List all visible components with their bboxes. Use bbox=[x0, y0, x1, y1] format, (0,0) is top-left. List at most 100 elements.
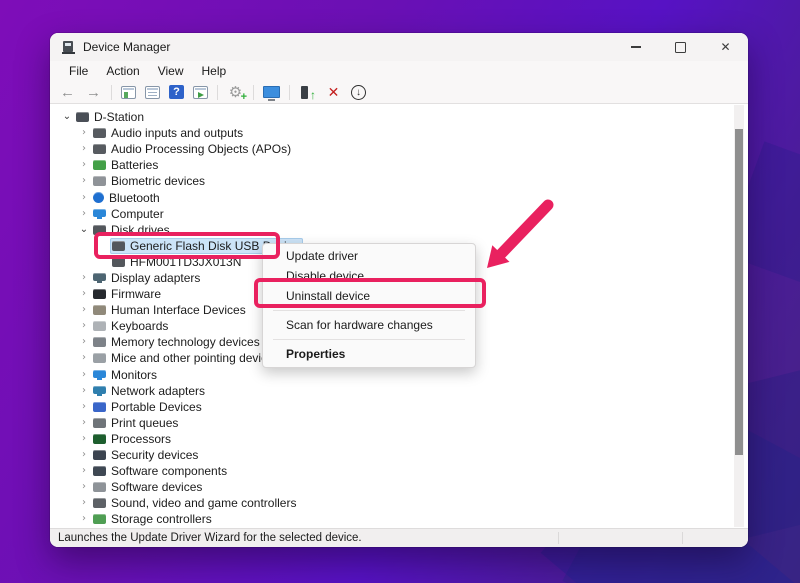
menu-bar: FileActionViewHelp bbox=[50, 61, 748, 81]
context-menu-item-update-driver[interactable]: Update driver bbox=[263, 246, 475, 266]
window-controls bbox=[613, 33, 748, 61]
title-bar[interactable]: Device Manager bbox=[50, 33, 748, 61]
tree-row[interactable]: ›Print queues bbox=[50, 415, 748, 431]
close-icon[interactable] bbox=[703, 33, 748, 61]
tree-row[interactable]: ›Bluetooth bbox=[50, 189, 748, 205]
tree-item[interactable]: Software components bbox=[91, 463, 231, 479]
chevron-right-icon[interactable]: › bbox=[77, 128, 91, 138]
tree-item-label: Network adapters bbox=[111, 384, 205, 398]
tree-row[interactable]: ›Portable Devices bbox=[50, 399, 748, 415]
monitor-icon bbox=[93, 370, 106, 378]
tree-item[interactable]: Processors bbox=[91, 431, 175, 447]
tree-row[interactable]: › Security devices bbox=[50, 447, 748, 463]
tree-item[interactable]: Network adapters bbox=[91, 383, 209, 399]
chevron-down-icon[interactable]: ⌄ bbox=[60, 112, 74, 122]
chevron-right-icon[interactable]: › bbox=[77, 273, 91, 283]
tree-row[interactable]: ›Monitors bbox=[50, 367, 748, 383]
tree-row[interactable]: ›Processors bbox=[50, 431, 748, 447]
tree-item[interactable]: Security devices bbox=[91, 447, 202, 463]
chevron-right-icon[interactable]: › bbox=[77, 402, 91, 412]
tree-item[interactable]: Sound, video and game controllers bbox=[91, 495, 300, 511]
context-menu-item-properties[interactable]: Properties bbox=[263, 344, 475, 364]
chevron-right-icon[interactable]: › bbox=[77, 321, 91, 331]
tree-item[interactable]: Firmware bbox=[91, 286, 165, 302]
chevron-right-icon[interactable]: › bbox=[77, 144, 91, 154]
tree-item[interactable]: Memory technology devices bbox=[91, 334, 264, 350]
menu-file[interactable]: File bbox=[60, 62, 97, 80]
tree-item[interactable]: Human Interface Devices bbox=[91, 302, 250, 318]
chevron-right-icon[interactable]: › bbox=[77, 305, 91, 315]
tree-item[interactable]: Storage controllers bbox=[91, 511, 216, 527]
toolbar-separator bbox=[111, 85, 112, 100]
tree-row[interactable]: ›Audio inputs and outputs bbox=[50, 125, 748, 141]
tree-row[interactable]: ›Batteries bbox=[50, 157, 748, 173]
chevron-right-icon[interactable]: › bbox=[77, 498, 91, 508]
tree-row[interactable]: › Software components bbox=[50, 463, 748, 479]
tree-item[interactable]: Display adapters bbox=[91, 270, 204, 286]
tree-row[interactable]: ⌄D-Station bbox=[50, 109, 748, 125]
scrollbar-thumb[interactable] bbox=[735, 129, 743, 455]
chevron-right-icon[interactable]: › bbox=[77, 466, 91, 476]
toolbar bbox=[50, 81, 748, 104]
chevron-right-icon[interactable]: › bbox=[77, 160, 91, 170]
tree-item[interactable]: Software devices bbox=[91, 479, 206, 495]
action-pane-icon[interactable] bbox=[193, 86, 208, 99]
tree-item[interactable]: Bluetooth bbox=[91, 190, 164, 206]
tree-item[interactable]: Portable Devices bbox=[91, 399, 206, 415]
chevron-down-icon[interactable]: ⌄ bbox=[77, 225, 91, 235]
tree-item[interactable]: Monitors bbox=[91, 367, 161, 383]
menu-view[interactable]: View bbox=[149, 62, 193, 80]
chevron-right-icon[interactable]: › bbox=[77, 337, 91, 347]
update-driver-icon[interactable] bbox=[299, 84, 316, 101]
tree-item[interactable]: Biometric devices bbox=[91, 173, 209, 189]
back-icon[interactable] bbox=[59, 84, 76, 101]
tree-row[interactable]: ›Computer bbox=[50, 206, 748, 222]
firmware-chip-icon bbox=[93, 289, 106, 299]
tree-item[interactable]: Computer bbox=[91, 206, 168, 222]
menu-help[interactable]: Help bbox=[193, 62, 236, 80]
tree-row[interactable]: › Network adapters bbox=[50, 383, 748, 399]
chevron-right-icon[interactable]: › bbox=[77, 482, 91, 492]
help-icon[interactable] bbox=[169, 85, 184, 99]
chevron-right-icon[interactable]: › bbox=[77, 418, 91, 428]
remote-computer-icon[interactable] bbox=[263, 84, 280, 101]
forward-icon[interactable] bbox=[85, 84, 102, 101]
chevron-right-icon[interactable]: › bbox=[77, 193, 91, 203]
chevron-right-icon[interactable]: › bbox=[77, 209, 91, 219]
tree-item[interactable]: Mice and other pointing devices bbox=[91, 350, 284, 366]
tree-row[interactable]: ›Storage controllers bbox=[50, 511, 748, 527]
tree-item[interactable]: D-Station bbox=[74, 109, 148, 125]
toolbar-separator bbox=[217, 85, 218, 100]
menu-action[interactable]: Action bbox=[97, 62, 148, 80]
chevron-right-icon[interactable]: › bbox=[77, 386, 91, 396]
chevron-right-icon[interactable]: › bbox=[77, 370, 91, 380]
tree-item[interactable]: Batteries bbox=[91, 157, 162, 173]
tree-item[interactable]: Print queues bbox=[91, 415, 182, 431]
tree-item[interactable]: Keyboards bbox=[91, 318, 172, 334]
context-menu-item-scan-for-hardware-changes[interactable]: Scan for hardware changes bbox=[263, 315, 475, 335]
disable-device-icon[interactable] bbox=[351, 85, 366, 100]
bluetooth-icon bbox=[93, 192, 104, 203]
tree-item[interactable]: Audio Processing Objects (APOs) bbox=[91, 141, 295, 157]
chevron-right-icon[interactable]: › bbox=[77, 514, 91, 524]
chevron-right-icon[interactable]: › bbox=[77, 176, 91, 186]
maximize-icon[interactable] bbox=[658, 33, 703, 61]
minimize-icon[interactable] bbox=[613, 33, 658, 61]
tree-row[interactable]: ›Sound, video and game controllers bbox=[50, 495, 748, 511]
chevron-right-icon[interactable]: › bbox=[77, 353, 91, 363]
export-list-icon[interactable] bbox=[145, 86, 160, 99]
tree-item-label: Software components bbox=[111, 464, 227, 478]
chevron-right-icon[interactable]: › bbox=[77, 434, 91, 444]
chevron-right-icon[interactable]: › bbox=[77, 289, 91, 299]
desktop-background: Device Manager FileActionViewHelp ⌄D-Sta… bbox=[0, 0, 800, 583]
tree-item-label: Security devices bbox=[111, 448, 198, 462]
vertical-scrollbar[interactable] bbox=[734, 105, 744, 527]
chevron-right-icon[interactable]: › bbox=[77, 450, 91, 460]
scan-hardware-changes-icon[interactable] bbox=[227, 84, 244, 101]
show-console-tree-icon[interactable] bbox=[121, 86, 136, 99]
uninstall-device-icon[interactable] bbox=[325, 84, 342, 101]
tree-item[interactable]: Audio inputs and outputs bbox=[91, 125, 247, 141]
tree-row[interactable]: ›Audio Processing Objects (APOs) bbox=[50, 141, 748, 157]
tree-row[interactable]: ›Biometric devices bbox=[50, 173, 748, 189]
tree-row[interactable]: ›Software devices bbox=[50, 479, 748, 495]
